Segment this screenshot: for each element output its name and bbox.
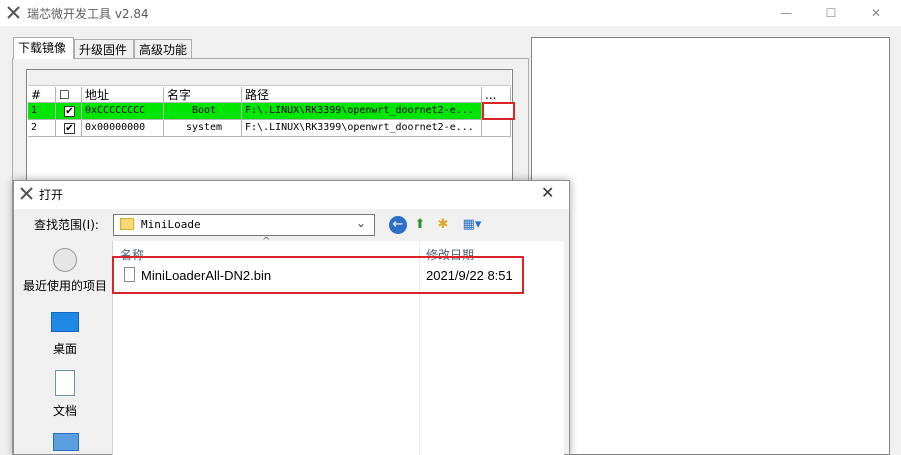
- dialog-close-icon[interactable]: ✕: [541, 183, 554, 202]
- header-num: #: [28, 87, 56, 103]
- up-folder-icon[interactable]: ⬆: [411, 216, 429, 234]
- dialog-title: 打开: [39, 188, 64, 202]
- row1-num[interactable]: 1: [28, 103, 56, 120]
- back-icon[interactable]: ←: [389, 216, 407, 234]
- row1-browse-button[interactable]: [482, 102, 515, 120]
- look-in-label: 查找范围(I):: [34, 218, 99, 232]
- dialog-title-bar: [14, 181, 569, 209]
- places-recent[interactable]: 最近使用的项目: [20, 277, 110, 294]
- maximize-button[interactable]: ☐: [808, 0, 854, 26]
- row2-address[interactable]: 0x00000000: [82, 120, 164, 137]
- file-name[interactable]: MiniLoaderAll-DN2.bin: [141, 268, 271, 283]
- header-address: 地址: [82, 87, 164, 103]
- header-name: 名字: [164, 87, 242, 103]
- header-more: ...: [482, 87, 511, 103]
- dialog-tools-icon: [20, 187, 33, 200]
- sort-caret-icon: ^: [262, 236, 271, 247]
- grid-top-bar: [28, 70, 511, 86]
- look-in-value: MiniLoade: [141, 218, 201, 231]
- desktop-icon[interactable]: [51, 312, 79, 332]
- row2-name[interactable]: system: [164, 120, 242, 137]
- row1-checkbox[interactable]: ✔: [64, 106, 75, 117]
- header-check[interactable]: ☐: [56, 87, 82, 103]
- row2-browse-button[interactable]: [482, 120, 511, 137]
- row2-num[interactable]: 2: [28, 120, 56, 137]
- tab-download-image[interactable]: 下载镜像: [13, 37, 74, 59]
- file-icon: [124, 267, 135, 282]
- tab-advanced[interactable]: 高级功能: [134, 39, 192, 59]
- header-path: 路径: [242, 87, 482, 103]
- computer-icon[interactable]: [53, 433, 79, 451]
- row2-path[interactable]: F:\.LINUX\RK3399\openwrt_doornet2-e...: [242, 120, 482, 137]
- file-date: 2021/9/22 8:51: [426, 268, 513, 283]
- log-panel: [531, 37, 890, 455]
- row1-address[interactable]: 0xCCCCCCCC: [82, 103, 164, 120]
- view-menu-icon[interactable]: ▦▾: [458, 216, 486, 234]
- documents-icon[interactable]: [55, 370, 75, 396]
- places-desktop[interactable]: 桌面: [20, 340, 110, 357]
- tools-icon: [7, 6, 20, 19]
- row1-name[interactable]: Boot: [164, 103, 242, 120]
- minimize-button[interactable]: —: [763, 0, 809, 26]
- new-folder-icon[interactable]: ✱: [434, 216, 452, 234]
- close-button[interactable]: ✕: [853, 0, 899, 26]
- window-title: 瑞芯微开发工具 v2.84: [27, 7, 149, 21]
- places-documents[interactable]: 文档: [20, 402, 110, 419]
- recent-icon[interactable]: [53, 248, 77, 272]
- tab-upgrade-firmware[interactable]: 升级固件: [74, 39, 134, 59]
- row1-path[interactable]: F:\.LINUX\RK3399\openwrt_doornet2-e...: [242, 103, 482, 120]
- row2-checkbox[interactable]: ✔: [64, 123, 75, 134]
- chevron-down-icon[interactable]: ⌄: [356, 216, 366, 230]
- folder-icon: [120, 218, 134, 230]
